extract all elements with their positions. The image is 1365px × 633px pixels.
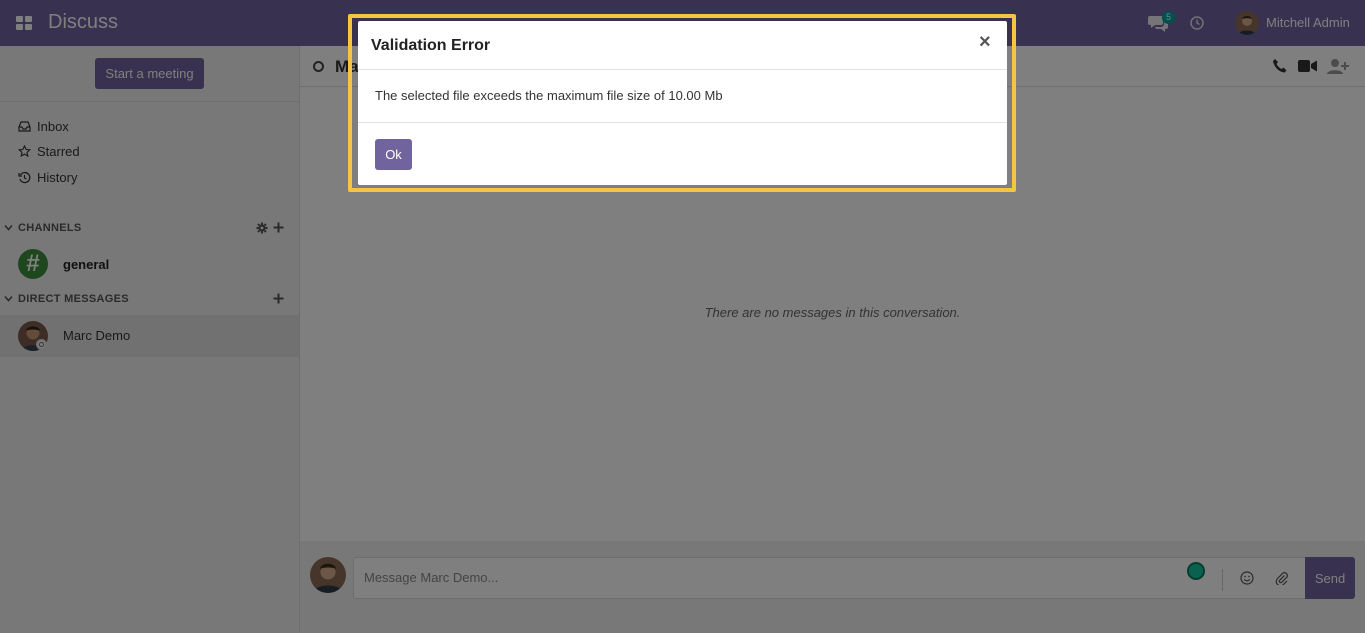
dialog-title: Validation Error — [371, 37, 491, 54]
close-icon[interactable]: × — [979, 32, 991, 52]
ok-button[interactable]: Ok — [375, 139, 412, 170]
dialog-message: The selected file exceeds the maximum fi… — [375, 88, 723, 103]
validation-error-dialog: Validation Error × The selected file exc… — [358, 21, 1007, 185]
dialog-footer: Ok — [358, 122, 1007, 185]
dialog-header: Validation Error × — [358, 21, 1007, 70]
